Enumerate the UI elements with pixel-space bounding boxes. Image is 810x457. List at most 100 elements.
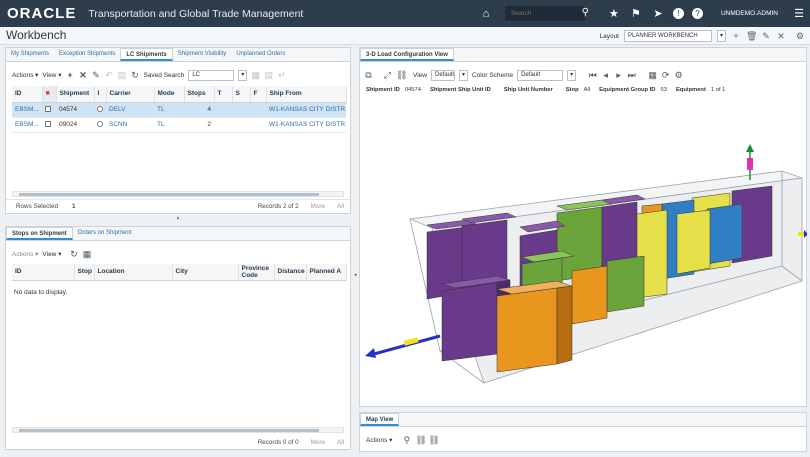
tab-my-shipments[interactable]: My Shipments (6, 48, 54, 61)
actions-menu[interactable]: Actions ▾ (366, 436, 392, 444)
add-icon[interactable]: + (731, 31, 741, 41)
checkbox[interactable] (45, 121, 51, 128)
copy-icon[interactable]: ⧉ (364, 70, 373, 81)
flag-icon[interactable]: ⚑ (629, 7, 643, 21)
tab-lc-shipments[interactable]: LC Shipments (120, 48, 173, 61)
col-s[interactable]: S (232, 86, 251, 103)
layers-icon[interactable]: ▦ (648, 70, 657, 81)
scrollbar-thumb[interactable] (19, 193, 319, 196)
row-checkbox[interactable] (42, 102, 56, 118)
refresh-icon[interactable]: ↻ (130, 70, 139, 81)
grid-settings-icon[interactable]: ▦ (251, 70, 261, 81)
col-f[interactable]: F (250, 86, 267, 103)
col-t[interactable]: T (214, 86, 233, 103)
col-stop[interactable]: Stop (74, 264, 95, 281)
3d-load-viewport[interactable] (362, 96, 807, 406)
vertical-splitter[interactable]: ◂ (354, 47, 358, 450)
tab-unplanned-orders[interactable]: Unplanned Orders (231, 48, 290, 61)
tab-shipment-visibility[interactable]: Shipment Visibility (173, 48, 232, 61)
y-axis-arrow-icon[interactable] (746, 144, 754, 152)
col-planned[interactable]: Planned A (306, 264, 347, 281)
reset-icon[interactable]: ⟳ (661, 70, 670, 81)
col-id[interactable]: ID (12, 264, 75, 281)
row-checkbox[interactable] (42, 117, 56, 133)
col-province-code[interactable]: Province Code (238, 264, 275, 281)
table-row[interactable]: EBSM... 04574 DELV TL 4 W1-KANSAS CITY D… (12, 102, 346, 118)
col-i[interactable]: I (94, 86, 107, 103)
tab-stops-on-shipment[interactable]: Stops on Shipment (6, 227, 73, 240)
favorites-star-icon[interactable]: ★ (607, 7, 621, 21)
col-ship-from[interactable]: Ship From (266, 86, 347, 103)
next-icon[interactable]: ▸ (614, 70, 623, 81)
export-icon[interactable]: ▤ (264, 70, 274, 81)
row-carrier[interactable]: SCNN (106, 117, 154, 133)
row-ship-from[interactable]: W1-KANSAS CITY DISTR... (266, 117, 346, 133)
col-location[interactable]: Location (94, 264, 173, 281)
tab-map-view[interactable]: Map View (360, 413, 400, 426)
edit-icon[interactable]: ✎ (91, 70, 100, 81)
map-tool-icon[interactable]: ⚲ (402, 435, 411, 446)
checkbox[interactable] (45, 106, 51, 113)
all-link[interactable]: All (337, 203, 344, 210)
edit-icon[interactable]: ✎ (761, 31, 771, 42)
row-mode[interactable]: TL (154, 117, 184, 133)
save-icon[interactable]: ▤ (117, 70, 127, 81)
add-icon[interactable]: + (65, 70, 74, 80)
view-menu[interactable]: View ▾ (42, 250, 61, 258)
previous-icon[interactable]: ◂ (601, 70, 610, 81)
scrollbar-thumb[interactable] (19, 429, 319, 432)
col-distance[interactable]: Distance (274, 264, 307, 281)
actions-menu[interactable]: Actions ▾ (12, 71, 38, 79)
delete-icon[interactable]: 🗑 (746, 31, 757, 42)
tab-orders-on-shipment[interactable]: Orders on Shipment (73, 227, 137, 240)
collapse-left-icon[interactable]: ◂ (354, 272, 357, 278)
last-icon[interactable]: ⏭ (627, 70, 636, 81)
layout-dropdown-icon[interactable]: ▾ (717, 30, 726, 42)
horizontal-splitter[interactable]: ▴ (5, 215, 351, 224)
col-carrier[interactable]: Carrier (106, 86, 155, 103)
more-options-icon[interactable]: ⚙ (795, 31, 805, 42)
return-icon[interactable]: ↵ (277, 70, 286, 81)
row-id[interactable]: EBSM... (12, 102, 42, 118)
link-icon[interactable]: ⛓ (415, 435, 426, 446)
col-shipment[interactable]: Shipment (56, 86, 95, 103)
unlink-icon[interactable]: ⛓ (428, 435, 439, 446)
grid-settings-icon[interactable]: ▦ (82, 249, 92, 260)
horizontal-scrollbar[interactable] (12, 427, 344, 433)
user-name[interactable]: UNMDEMO.ADMIN (721, 10, 778, 17)
close-icon[interactable]: ✕ (776, 31, 786, 42)
first-icon[interactable]: ⏮ (588, 70, 597, 81)
view-select[interactable]: Default (430, 69, 455, 81)
settings-icon[interactable]: ⚙ (674, 70, 683, 81)
row-indicator[interactable] (94, 117, 106, 133)
collapse-up-icon[interactable]: ▴ (177, 215, 180, 221)
link-icon[interactable]: ⛓ (396, 70, 407, 81)
delete-icon[interactable]: ✕ (78, 70, 87, 81)
z-axis-arrow-icon[interactable] (804, 230, 807, 238)
radio[interactable] (97, 106, 103, 113)
actions-menu[interactable]: Actions ▾ (12, 250, 38, 258)
col-city[interactable]: City (172, 264, 239, 281)
all-link[interactable]: All (337, 439, 344, 446)
fullscreen-icon[interactable]: ⤢ (383, 70, 392, 81)
row-mode[interactable]: TL (154, 102, 184, 118)
horizontal-scrollbar[interactable] (12, 191, 344, 197)
col-id[interactable]: ID (12, 86, 43, 103)
radio[interactable] (97, 121, 103, 128)
row-id[interactable]: EBSM... (12, 117, 42, 133)
view-dropdown-icon[interactable]: ▾ (458, 69, 468, 81)
table-row[interactable]: EBSM... 09024 SCNN TL 2 W1-KANSAS CITY D… (12, 117, 346, 133)
home-icon[interactable]: ⌂ (479, 7, 493, 21)
saved-search-dropdown-icon[interactable]: ▾ (238, 69, 248, 81)
view-menu[interactable]: View ▾ (42, 71, 61, 79)
pointer-icon[interactable]: ➤ (651, 7, 665, 21)
col-mode[interactable]: Mode (154, 86, 185, 103)
saved-search-select[interactable]: LC SHIPMENTS (188, 69, 235, 81)
color-scheme-dropdown-icon[interactable]: ▾ (567, 69, 577, 81)
more-link[interactable]: More (311, 203, 325, 210)
col-stops[interactable]: Stops (184, 86, 215, 103)
menu-icon[interactable]: ☰ (792, 7, 806, 21)
x-axis-arrow-icon[interactable] (365, 348, 376, 358)
more-link[interactable]: More (311, 439, 325, 446)
layout-select[interactable]: PLANNER WORKBENCH (624, 30, 712, 42)
